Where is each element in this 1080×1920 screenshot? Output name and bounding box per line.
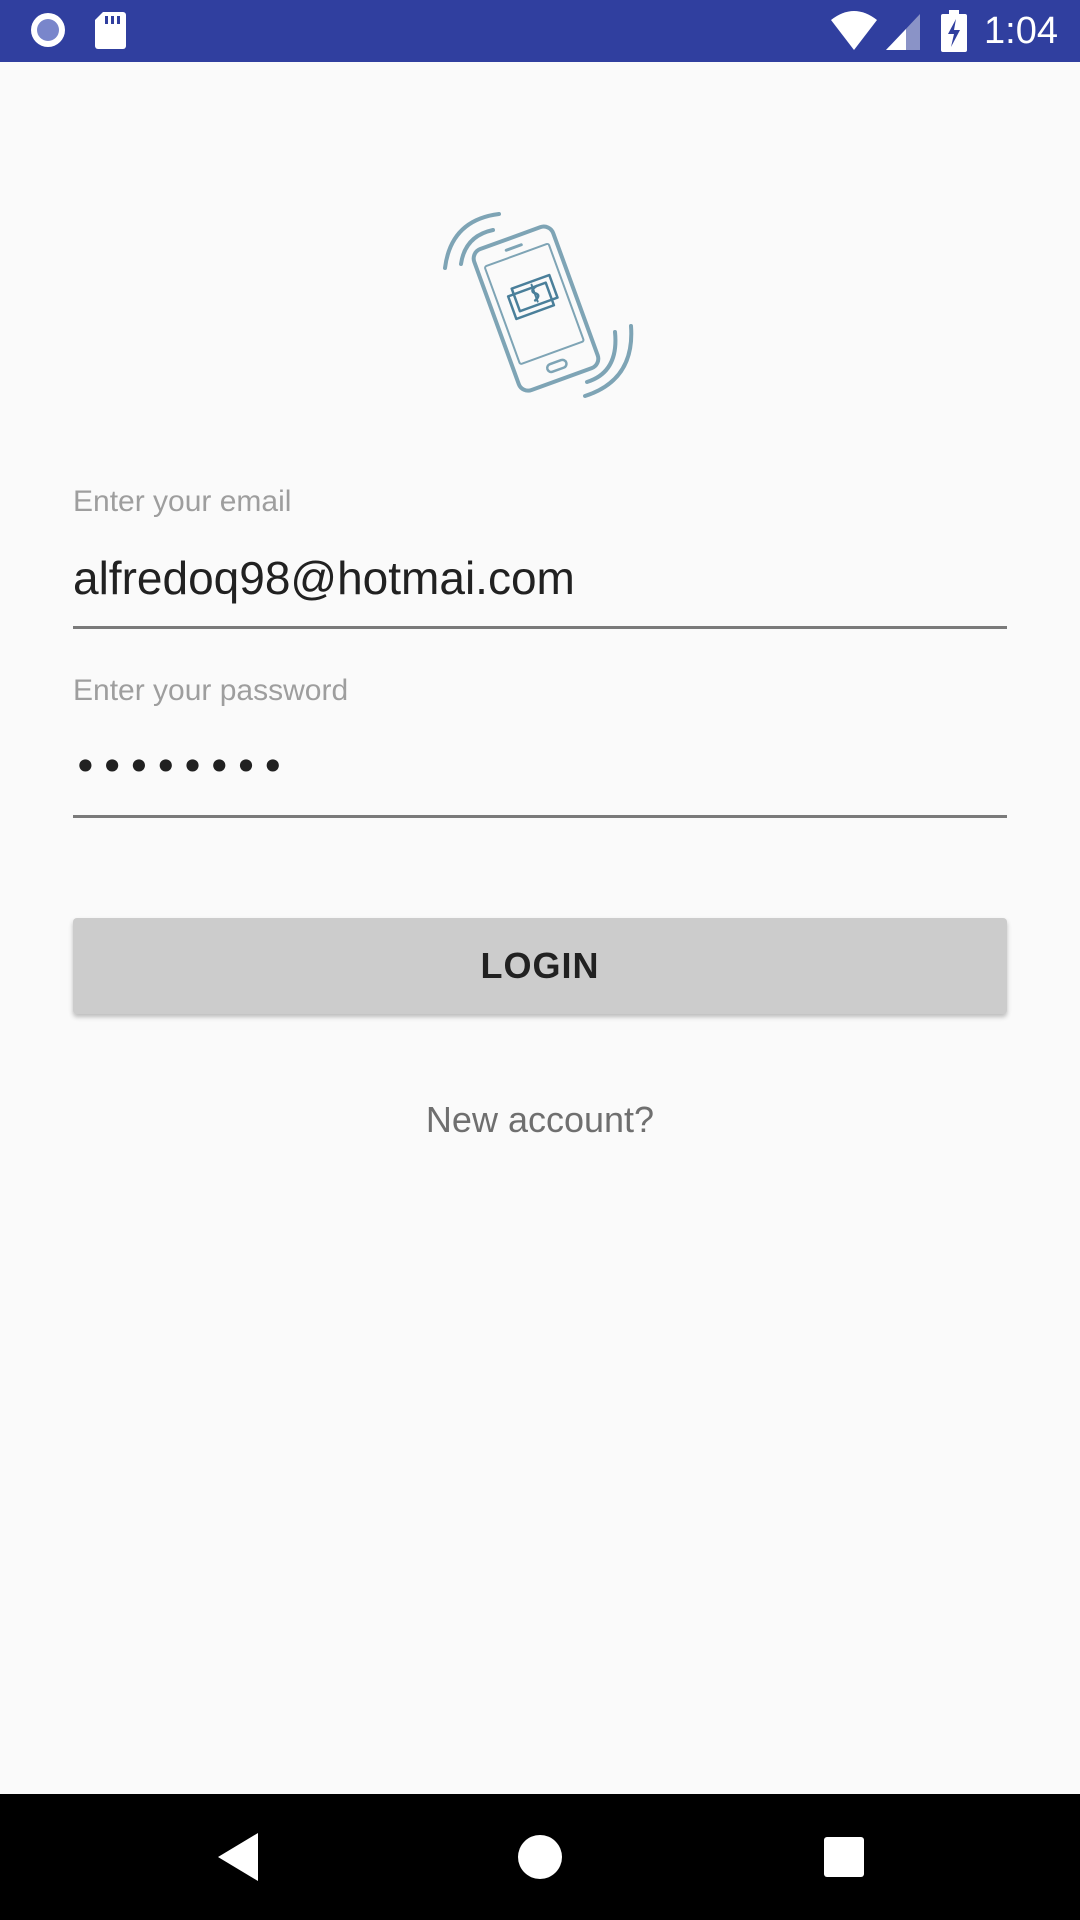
email-field[interactable]: Enter your email alfredoq98@hotmai.com (73, 484, 1007, 629)
new-account-link[interactable]: New account? (0, 1092, 1080, 1148)
email-input[interactable]: alfredoq98@hotmai.com (73, 550, 1007, 606)
password-underline (73, 815, 1007, 818)
record-icon (28, 10, 68, 55)
password-field[interactable]: Enter your password •••••••• (73, 673, 1007, 818)
email-underline (73, 626, 1007, 629)
back-icon[interactable] (210, 1827, 270, 1887)
cell-signal-icon (884, 10, 922, 57)
sd-card-icon (93, 10, 127, 55)
password-label: Enter your password (73, 674, 349, 707)
login-button[interactable]: LOGIN (73, 918, 1007, 1014)
status-time: 1:04 (984, 10, 1058, 52)
email-label: Enter your email (73, 485, 292, 518)
battery-charging-icon (940, 10, 968, 57)
password-input[interactable]: •••••••• (73, 739, 1007, 795)
wifi-icon (830, 10, 878, 57)
navigation-bar (0, 1794, 1080, 1920)
home-icon[interactable] (510, 1827, 570, 1887)
status-bar: 1:04 (0, 0, 1080, 62)
recents-icon[interactable] (814, 1827, 874, 1887)
login-screen: 1:04 Enter your email alfredoq98@hotmai.… (0, 0, 1080, 1920)
phone-money-icon (435, 200, 645, 410)
